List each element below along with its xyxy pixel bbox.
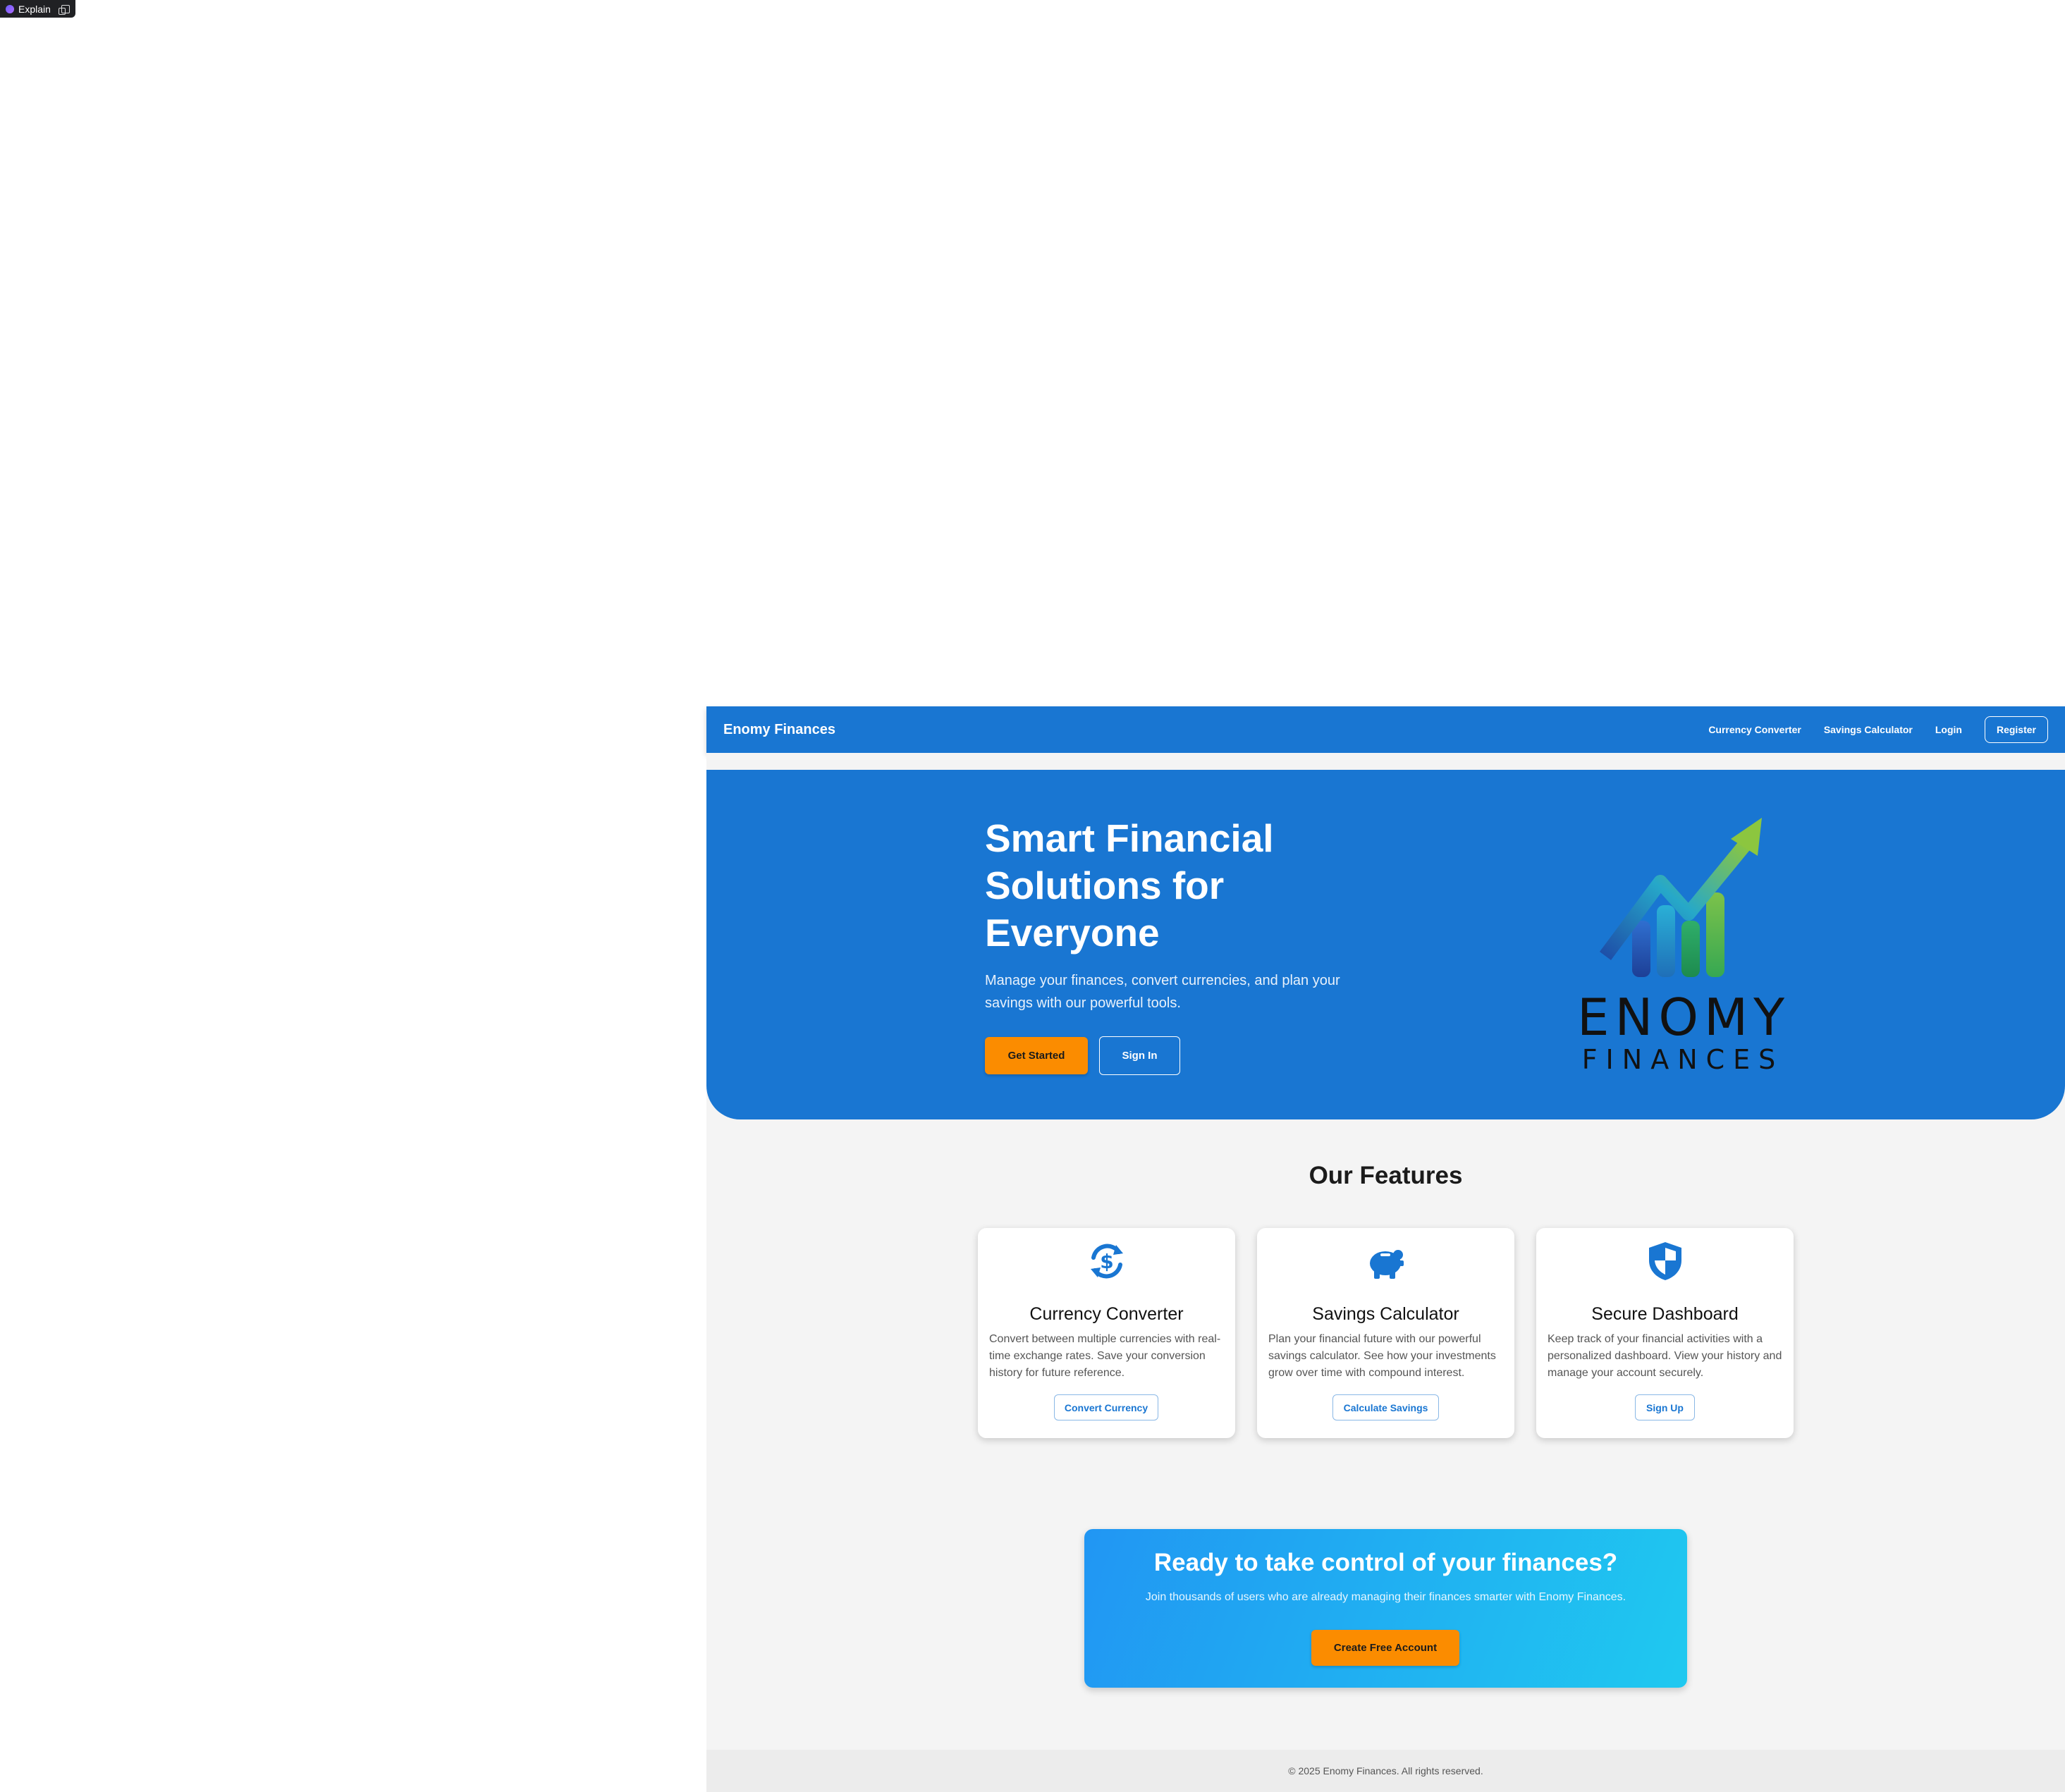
hero-title: Smart Financial Solutions for Everyone [985,816,1274,955]
feature-card-currency-converter: $ Currency Converter Convert between mul… [978,1228,1235,1438]
feature-card-savings-calculator: Savings Calculator Plan your financial f… [1257,1228,1514,1438]
feature-card-secure-dashboard: Secure Dashboard Keep track of your fina… [1536,1228,1794,1438]
cta-title: Ready to take control of your finances? [1153,1549,1618,1576]
logo-word-finances: FINANCES [1581,1044,1784,1075]
enomy-logo: ENOMY FINANCES [1577,815,1789,1076]
sign-in-button[interactable]: Sign In [1099,1036,1180,1075]
calculate-savings-button[interactable]: Calculate Savings [1332,1394,1439,1420]
explain-logo-icon [6,4,14,13]
sign-up-button[interactable]: Sign Up [1635,1394,1695,1420]
nav-link-currency-converter[interactable]: Currency Converter [1708,724,1801,735]
cta-section: Ready to take control of your finances? … [1084,1529,1687,1688]
create-free-account-button[interactable]: Create Free Account [1311,1630,1459,1666]
card-title: Savings Calculator [1312,1304,1459,1324]
explain-label: Explain [18,3,51,15]
get-started-button[interactable]: Get Started [985,1037,1088,1074]
card-description: Plan your financial future with our powe… [1268,1333,1496,1379]
app-page: Enomy Finances Currency Converter Saving… [706,706,2065,1792]
card-title: Secure Dashboard [1591,1304,1739,1324]
explain-badge[interactable]: Explain [0,0,75,18]
footer: © 2025 Enomy Finances. All rights reserv… [706,1750,2065,1792]
hero-section: Smart Financial Solutions for Everyone M… [706,770,2065,1119]
brand-link[interactable]: Enomy Finances [723,722,835,738]
convert-currency-button[interactable]: Convert Currency [1054,1394,1158,1420]
navbar-spacer [706,753,2065,770]
cta-subtitle: Join thousands of users who are already … [1145,1591,1626,1603]
nav-link-login[interactable]: Login [1935,724,1962,735]
piggy-bank-icon [1370,1250,1404,1279]
footer-copyright: © 2025 Enomy Finances. All rights reserv… [1288,1765,1483,1776]
nav-links: Currency Converter Savings Calculator Lo… [1708,716,2065,743]
card-description: Convert between multiple currencies with… [989,1333,1221,1379]
svg-text:$: $ [1100,1250,1113,1273]
card-description: Keep track of your financial activities … [1548,1333,1782,1379]
nav-link-savings-calculator[interactable]: Savings Calculator [1824,724,1913,735]
register-button[interactable]: Register [1984,716,2048,743]
shield-icon [1649,1242,1681,1280]
hero-subtitle: Manage your finances, convert currencies… [985,973,1340,1011]
navbar: Enomy Finances Currency Converter Saving… [706,706,2065,753]
currency-exchange-icon: $ [1091,1244,1123,1279]
copy-icon[interactable] [59,4,70,15]
logo-chart-icon [1599,818,1762,977]
logo-word-enomy: ENOMY [1577,988,1791,1047]
card-title: Currency Converter [1029,1304,1184,1324]
features-title: Our Features [1309,1162,1463,1189]
